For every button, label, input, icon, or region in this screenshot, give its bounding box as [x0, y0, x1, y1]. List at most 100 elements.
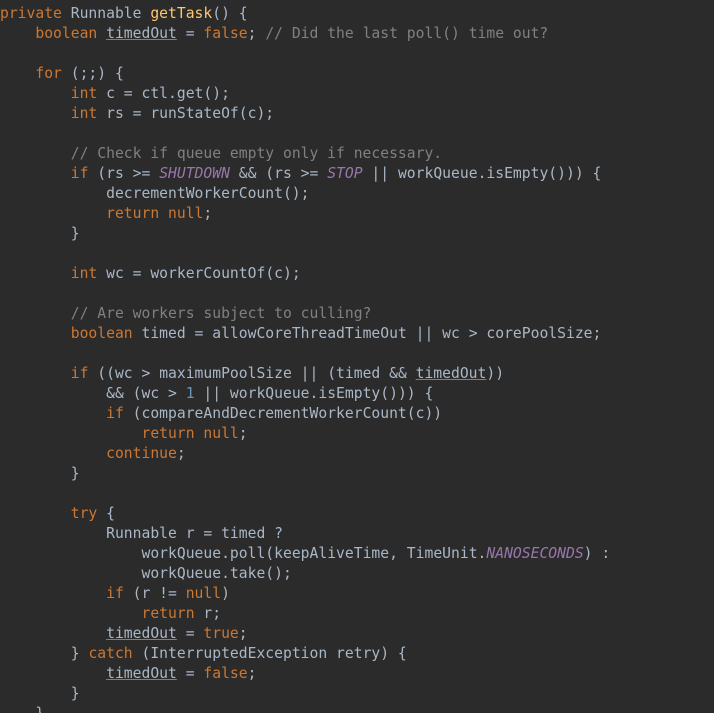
code-token: (InterruptedException retry) { [133, 645, 407, 662]
code-token: , TimeUnit. [389, 545, 486, 562]
code-token: private [0, 5, 62, 22]
code-token: c = [97, 85, 141, 102]
code-token: maximumPoolSize [159, 365, 292, 382]
code-token: || [363, 165, 398, 182]
code-token [0, 405, 106, 422]
code-token: ; [248, 25, 266, 42]
code-token [0, 265, 71, 282]
code-token: false [203, 665, 247, 682]
code-token [0, 545, 141, 562]
code-token: ; [239, 625, 248, 642]
code-token: keepAliveTime [274, 545, 389, 562]
code-token: } [0, 465, 80, 482]
code-token: try [71, 505, 98, 522]
code-token: timedOut [106, 625, 177, 642]
code-token: int [71, 265, 98, 282]
code-token [0, 365, 71, 382]
code-token: = [177, 625, 204, 642]
code-token: workQueue [398, 165, 478, 182]
code-token: = [177, 25, 204, 42]
code-token: ; [593, 325, 602, 342]
code-token: getTask [150, 5, 212, 22]
code-token: workQueue [141, 565, 221, 582]
code-token [0, 65, 35, 82]
code-token: .isEmpty())) { [310, 385, 434, 402]
code-token: decrementWorkerCount(); [0, 185, 310, 202]
code-token: continue [106, 445, 177, 462]
code-token: (rs >= [88, 165, 159, 182]
code-token [0, 205, 106, 222]
code-token: r = timed ? [177, 525, 283, 542]
code-token: (r != [124, 585, 186, 602]
code-token [0, 325, 71, 342]
code-token: .take(); [221, 565, 292, 582]
code-token: boolean [35, 25, 97, 42]
code-token [0, 525, 106, 542]
code-token: || wc > [407, 325, 487, 342]
code-token: true [203, 625, 238, 642]
code-token: () { [212, 5, 247, 22]
code-token: workQueue [141, 545, 221, 562]
code-token: 1 [186, 385, 195, 402]
code-token [0, 145, 71, 162]
code-token: ; [239, 425, 248, 442]
code-token: corePoolSize [486, 325, 592, 342]
code-token: return null [141, 425, 238, 442]
code-token: (compareAndDecrementWorkerCount(c)) [124, 405, 442, 422]
code-token [0, 505, 71, 522]
code-token: // Did the last poll() time out? [265, 25, 548, 42]
code-token [0, 25, 35, 42]
code-token: catch [88, 645, 132, 662]
code-token: return null [106, 205, 203, 222]
code-token: ctl [142, 85, 169, 102]
code-token [0, 165, 71, 182]
code-token [0, 85, 71, 102]
code-token: = [177, 665, 204, 682]
code-token: } [0, 705, 44, 713]
code-token: ((wc > [88, 365, 159, 382]
code-token: ; [248, 665, 257, 682]
code-token: || (timed && [292, 365, 416, 382]
code-token: int [71, 105, 98, 122]
code-token [0, 425, 141, 442]
code-token: // Are workers subject to culling? [71, 305, 372, 322]
code-token: (c); [265, 265, 300, 282]
code-token: NANOSECONDS [486, 545, 583, 562]
code-token: timedOut [106, 25, 177, 42]
code-token: ) : [584, 545, 611, 562]
code-token: )) [486, 365, 504, 382]
code-token: .get(); [168, 85, 230, 102]
code-token: ) [221, 585, 230, 602]
code-token: timed = [133, 325, 213, 342]
code-token [62, 5, 71, 22]
code-token: int [71, 85, 98, 102]
code-token: && (wc > [0, 385, 186, 402]
code-token: timedOut [416, 365, 487, 382]
code-token: Runnable [71, 5, 142, 22]
code-token [0, 665, 106, 682]
code-token: } [0, 685, 80, 702]
code-token: for [35, 65, 62, 82]
code-token: STOP [327, 165, 362, 182]
code-token: Runnable [106, 525, 177, 542]
code-token: if [106, 585, 124, 602]
code-token: ; [177, 445, 186, 462]
code-token: boolean [71, 325, 133, 342]
code-token: if [71, 365, 89, 382]
code-token: if [106, 405, 124, 422]
code-token: if [71, 165, 89, 182]
code-token [0, 565, 141, 582]
code-token: .poll( [221, 545, 274, 562]
code-token [97, 25, 106, 42]
code-token: ; [203, 205, 212, 222]
code-token [0, 585, 106, 602]
code-token: (c); [239, 105, 274, 122]
code-token: runStateOf [150, 105, 238, 122]
code-token: { [97, 505, 115, 522]
code-token [0, 625, 106, 642]
code-token: workerCountOf [150, 265, 265, 282]
code-token: // Check if queue empty only if necessar… [71, 145, 442, 162]
code-token: r; [195, 605, 222, 622]
code-token: } [0, 645, 88, 662]
code-token [0, 445, 106, 462]
